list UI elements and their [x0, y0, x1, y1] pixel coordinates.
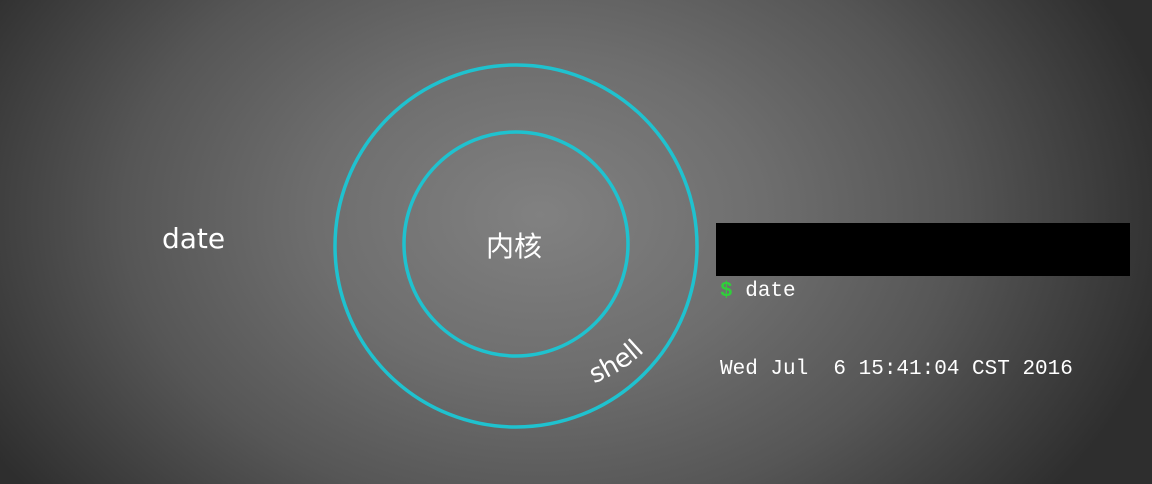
kernel-label: 内核 — [486, 230, 542, 263]
prompt-symbol: $ — [720, 280, 733, 303]
terminal-result-line: Wed Jul 6 15:41:04 CST 2016 — [720, 358, 1073, 381]
terminal-output: $ date Wed Jul 6 15:41:04 CST 2016 — [716, 223, 1130, 381]
slide-canvas: date 内核 shell $ date Wed Jul 6 15:41:04 … — [0, 0, 1152, 484]
terminal-command: date — [745, 280, 796, 303]
shell-label: shell — [585, 334, 650, 390]
terminal-command-line: $ date — [720, 279, 1130, 305]
shell-label-path: shell — [585, 334, 650, 390]
